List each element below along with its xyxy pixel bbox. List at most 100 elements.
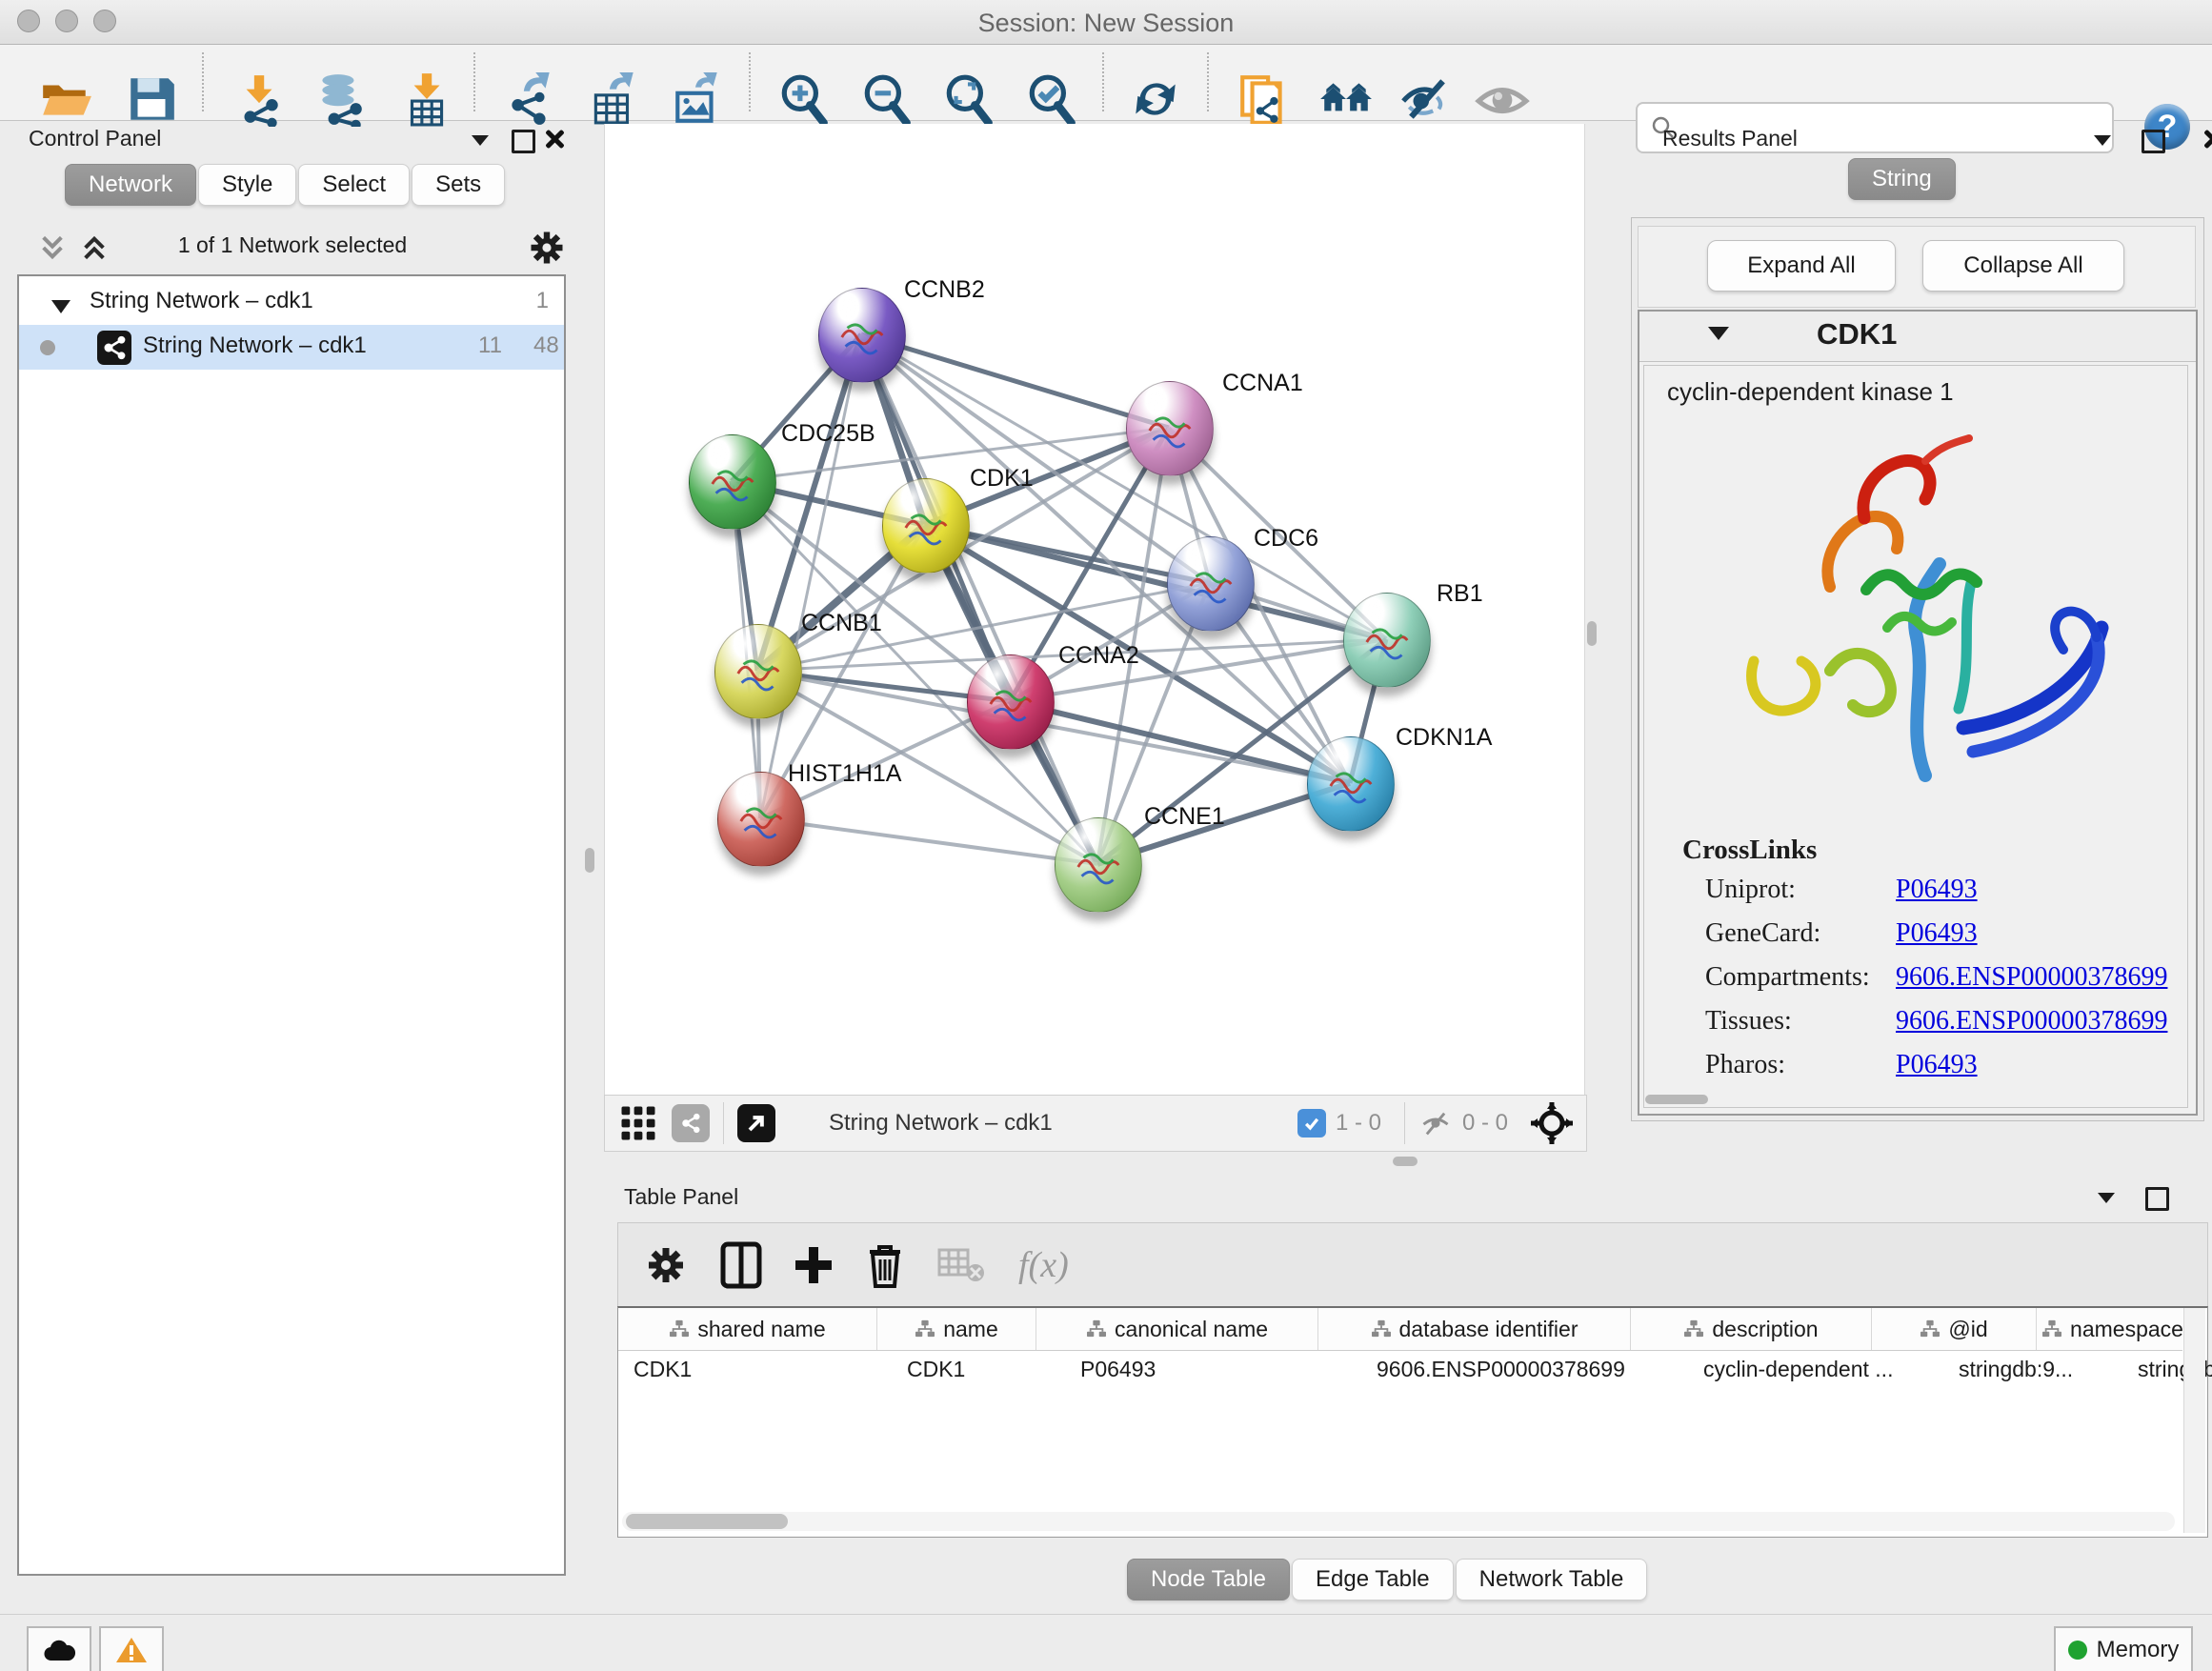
column-header-shared-name[interactable]: shared name	[618, 1308, 877, 1350]
results-panel-title: Results Panel	[1662, 126, 1798, 151]
network-view-toolbar: String Network – cdk1 1 - 0 0 - 0	[604, 1095, 1587, 1152]
save-session-icon[interactable]	[124, 71, 179, 127]
network-node-cdc25b[interactable]	[689, 434, 776, 530]
network-options-gear-icon[interactable]	[526, 227, 568, 269]
table-cell[interactable]: CDK1	[892, 1350, 1065, 1388]
expand-all-button[interactable]: Expand All	[1707, 240, 1896, 292]
column-header-canonical-name[interactable]: canonical name	[1036, 1308, 1318, 1350]
delete-column-icon[interactable]	[864, 1240, 906, 1290]
control-panel-title: Control Panel	[29, 126, 161, 151]
export-table-icon[interactable]	[586, 71, 641, 127]
results-panel-float-icon[interactable]	[2142, 130, 2165, 153]
collapse-all-button[interactable]: Collapse All	[1922, 240, 2124, 292]
string-view-icon[interactable]	[672, 1104, 710, 1142]
network-node-cdc6[interactable]	[1167, 536, 1255, 632]
tab-node-table[interactable]: Node Table	[1127, 1559, 1290, 1601]
network-node-ccnb2[interactable]	[818, 288, 906, 383]
table-panel-float-icon[interactable]	[2145, 1187, 2169, 1211]
node-label-ccna1: CCNA1	[1222, 370, 1303, 397]
table-vertical-scrollbar[interactable]	[2183, 1308, 2205, 1533]
splitter-handle[interactable]	[1393, 1157, 1418, 1166]
apply-layout-icon[interactable]	[1128, 71, 1183, 127]
welcome-screen-icon[interactable]	[1318, 71, 1374, 127]
column-header-database-identifier[interactable]: database identifier	[1318, 1308, 1631, 1350]
grid-view-icon[interactable]	[618, 1103, 658, 1143]
network-node-cdk1[interactable]	[882, 478, 970, 574]
control-panel-close-icon[interactable]	[544, 128, 565, 149]
hide-selected-icon[interactable]	[1399, 71, 1455, 127]
results-hscroll-thumb[interactable]	[1645, 1095, 1708, 1104]
splitter-handle[interactable]	[1587, 621, 1597, 646]
tab-select[interactable]: Select	[298, 164, 410, 206]
fit-content-icon[interactable]	[941, 71, 996, 127]
cloud-button[interactable]	[27, 1626, 91, 1671]
table-panel-menu-icon[interactable]	[2098, 1191, 2115, 1208]
network-tree-network-row[interactable]: String Network – cdk1 11 48	[19, 325, 564, 370]
open-session-icon[interactable]	[38, 71, 93, 127]
network-node-cdkn1a[interactable]	[1307, 736, 1395, 832]
export-image-icon[interactable]	[670, 71, 725, 127]
table-options-gear-icon[interactable]	[643, 1242, 689, 1288]
collection-count: 1	[536, 288, 549, 314]
column-header-id[interactable]: @id	[1872, 1308, 2037, 1350]
memory-button[interactable]: Memory	[2054, 1626, 2193, 1671]
results-panel-menu-icon[interactable]	[2094, 133, 2111, 151]
control-panel-tabs: NetworkStyleSelectSets	[65, 164, 507, 206]
network-node-ccna2[interactable]	[967, 654, 1055, 750]
crosslink-link[interactable]: P06493	[1896, 1050, 1978, 1079]
tab-network[interactable]: Network	[65, 164, 196, 206]
table-cell[interactable]: P06493	[1065, 1350, 1361, 1388]
main-toolbar: ?	[0, 45, 2212, 121]
table-cell[interactable]: 9606.ENSP00000378699	[1361, 1350, 1688, 1388]
open-in-new-window-icon[interactable]	[737, 1104, 775, 1142]
tab-string[interactable]: String	[1848, 158, 1956, 200]
network-canvas[interactable]: CCNB2CCNA1CDC25BCDK1CDC6RB1CCNB1CCNA2CDK…	[604, 124, 1585, 1095]
show-hidden-icon	[1475, 71, 1530, 127]
crosslink-link[interactable]: P06493	[1896, 875, 1978, 904]
collapse-arrow-icon[interactable]	[51, 293, 70, 320]
tab-style[interactable]: Style	[198, 164, 296, 206]
tab-sets[interactable]: Sets	[412, 164, 505, 206]
control-panel-menu-icon[interactable]	[472, 133, 489, 151]
zoom-selected-icon[interactable]	[1024, 71, 1079, 127]
warnings-button[interactable]	[99, 1626, 164, 1671]
table-cell[interactable]: CDK1	[618, 1350, 892, 1388]
column-header-description[interactable]: description	[1631, 1308, 1872, 1350]
duplicate-network-icon[interactable]	[1237, 71, 1292, 127]
network-node-ccne1[interactable]	[1055, 817, 1142, 913]
create-column-icon[interactable]	[792, 1243, 835, 1287]
column-header-name[interactable]: name	[877, 1308, 1036, 1350]
node-count: 11	[478, 332, 502, 359]
network-tree-root-row[interactable]: String Network – cdk1 1	[19, 280, 564, 325]
zoom-out-icon[interactable]	[859, 71, 915, 127]
results-panel-close-icon[interactable]	[2202, 128, 2212, 149]
crosslink-link[interactable]: P06493	[1896, 918, 1978, 948]
control-panel-float-icon[interactable]	[512, 130, 535, 153]
crosslink-link[interactable]: 9606.ENSP00000378699	[1896, 962, 2167, 992]
network-node-ccna1[interactable]	[1126, 381, 1214, 476]
tab-edge-table[interactable]: Edge Table	[1292, 1559, 1454, 1601]
crosslink-row: Pharos:P06493	[1705, 1050, 2182, 1080]
table-row[interactable]: CDK1CDK1P064939606.ENSP00000378699cyclin…	[618, 1350, 2182, 1388]
splitter-handle[interactable]	[585, 848, 594, 873]
network-node-rb1[interactable]	[1343, 593, 1431, 688]
import-network-file-icon[interactable]	[231, 71, 286, 127]
show-columns-icon[interactable]	[719, 1240, 763, 1290]
section-collapse-icon[interactable]	[1708, 327, 1729, 345]
table-cell[interactable]: stringdb:9...	[1943, 1350, 2122, 1388]
import-table-file-icon[interactable]	[398, 71, 453, 127]
table-cell[interactable]: cyclin-dependent ...	[1688, 1350, 1943, 1388]
gene-section-header[interactable]: CDK1	[1639, 312, 2196, 362]
import-network-database-icon[interactable]	[312, 71, 368, 127]
selected-checkbox-icon[interactable]	[1297, 1109, 1326, 1137]
birds-eye-navigator-icon[interactable]	[1529, 1100, 1575, 1146]
column-header-namespace[interactable]: namespace	[2037, 1308, 2189, 1350]
zoom-in-icon[interactable]	[776, 71, 832, 127]
network-node-ccnb1[interactable]	[714, 624, 802, 719]
table-horizontal-scrollbar[interactable]	[622, 1512, 2175, 1531]
function-builder-icon: f(x)	[1018, 1244, 1069, 1286]
export-network-icon[interactable]	[502, 71, 557, 127]
crosslink-link[interactable]: 9606.ENSP00000378699	[1896, 1006, 2167, 1036]
toolbar-separator	[202, 52, 204, 111]
tab-network-table[interactable]: Network Table	[1456, 1559, 1648, 1601]
